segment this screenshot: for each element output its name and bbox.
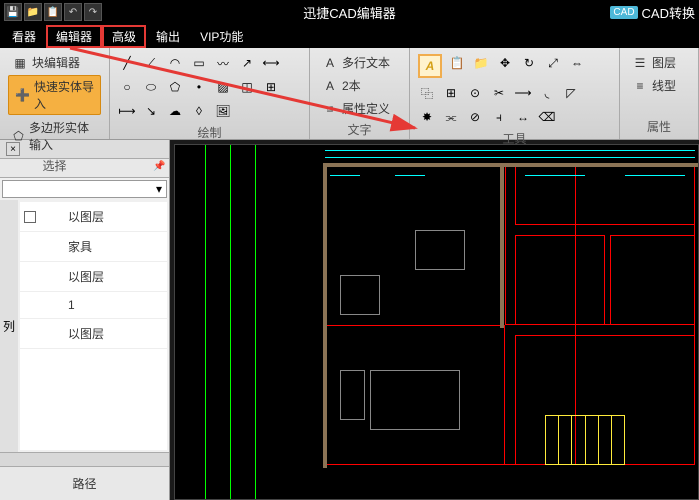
floor-plan [175, 145, 698, 499]
fillet-tool[interactable]: ◟ [538, 84, 556, 102]
drawing-canvas[interactable] [174, 144, 699, 500]
rotate-tool[interactable]: ↻ [520, 54, 538, 72]
list-item[interactable]: 1 [20, 292, 167, 319]
cad-badge: CAD [610, 6, 637, 19]
pin-icon[interactable]: 📌 [153, 161, 167, 175]
extend-tool[interactable]: ⟶ [514, 84, 532, 102]
scale-tool[interactable]: ⤢ [544, 54, 562, 72]
panel-splitter[interactable] [0, 452, 169, 466]
panel-footer: 路径 [0, 466, 169, 500]
titlebar-quick-access: 💾 📁 📋 ↶ ↷ [4, 3, 102, 21]
copy-icon[interactable]: 📋 [44, 3, 62, 21]
layer-button[interactable]: ☰ 图层 [628, 52, 690, 73]
linetype-icon: ≡ [632, 78, 648, 94]
list-item[interactable]: 家具 [20, 232, 167, 262]
panel-list: 以图层 家具 以图层 1 以图层 [20, 202, 167, 450]
offset-tool[interactable]: ⊙ [466, 84, 484, 102]
chamfer-tool[interactable]: ◸ [562, 84, 580, 102]
ribbon-label-select: 选择 [8, 155, 101, 174]
array-tool[interactable]: ⊞ [442, 84, 460, 102]
align-tool[interactable]: ⫞ [490, 108, 508, 126]
list-item[interactable]: 以图层 [20, 262, 167, 292]
side-panel: × 📌 ▾ 列 以图层 家具 以图层 [0, 140, 170, 500]
stretch-tool[interactable]: ↔ [514, 108, 532, 126]
workspace: × 📌 ▾ 列 以图层 家具 以图层 [0, 140, 699, 500]
titlebar: 💾 📁 📋 ↶ ↷ 迅捷CAD编辑器 CAD CAD转换 [0, 0, 699, 24]
block-editor-icon: ▦ [12, 55, 28, 71]
linetype-button[interactable]: ≡ 线型 [628, 75, 690, 96]
paste-tool[interactable]: 📋 [448, 54, 466, 72]
folder-tool[interactable]: 📁 [472, 54, 490, 72]
cad-convert-link[interactable]: CAD转换 [642, 3, 695, 22]
layer-icon: ☰ [632, 55, 648, 71]
trim-tool[interactable]: ✂ [490, 84, 508, 102]
layer-label: 图层 [652, 54, 676, 71]
erase-tool[interactable]: ⌫ [538, 108, 556, 126]
break-tool[interactable]: ⊘ [466, 108, 484, 126]
ribbon-group-tools: A 📋 📁 ✥ ↻ ⤢ ⇔ ⿻ ⊞ ⊙ ✂ ⟶ ◟ ◸ ✸ ⫘ ⊘ [410, 48, 620, 139]
chevron-down-icon: ▾ [156, 182, 162, 196]
ribbon-group-props: ☰ 图层 ≡ 线型 属性 [620, 48, 699, 139]
polygon-icon: ⬠ [12, 128, 25, 144]
plus-icon: ➕ [15, 87, 30, 103]
linetype-label: 线型 [652, 77, 676, 94]
ribbon-label-props: 属性 [628, 116, 690, 135]
checkbox[interactable] [24, 211, 36, 223]
panel-dropdown[interactable]: ▾ [2, 180, 167, 198]
menu-viewer[interactable]: 看器 [2, 25, 46, 48]
mirror-tool[interactable]: ⇔ [568, 54, 586, 72]
list-item[interactable]: 以图层 [20, 202, 167, 232]
panel-side-label: 列 [0, 200, 18, 452]
save-icon[interactable]: 💾 [4, 3, 22, 21]
join-tool[interactable]: ⫘ [442, 108, 460, 126]
open-icon[interactable]: 📁 [24, 3, 42, 21]
redo-icon[interactable]: ↷ [84, 3, 102, 21]
undo-icon[interactable]: ↶ [64, 3, 82, 21]
ribbon: ▦ 块编辑器 ➕ 快速实体导入 ⬠ 多边形实体输入 选择 ╱ ⟋ ◠ ▭ 〰 ↗ [0, 48, 699, 140]
app-title: 迅捷CAD编辑器 [303, 3, 395, 22]
list-item[interactable]: 以图层 [20, 319, 167, 349]
annotation-arrow [60, 38, 430, 138]
move-tool[interactable]: ✥ [496, 54, 514, 72]
